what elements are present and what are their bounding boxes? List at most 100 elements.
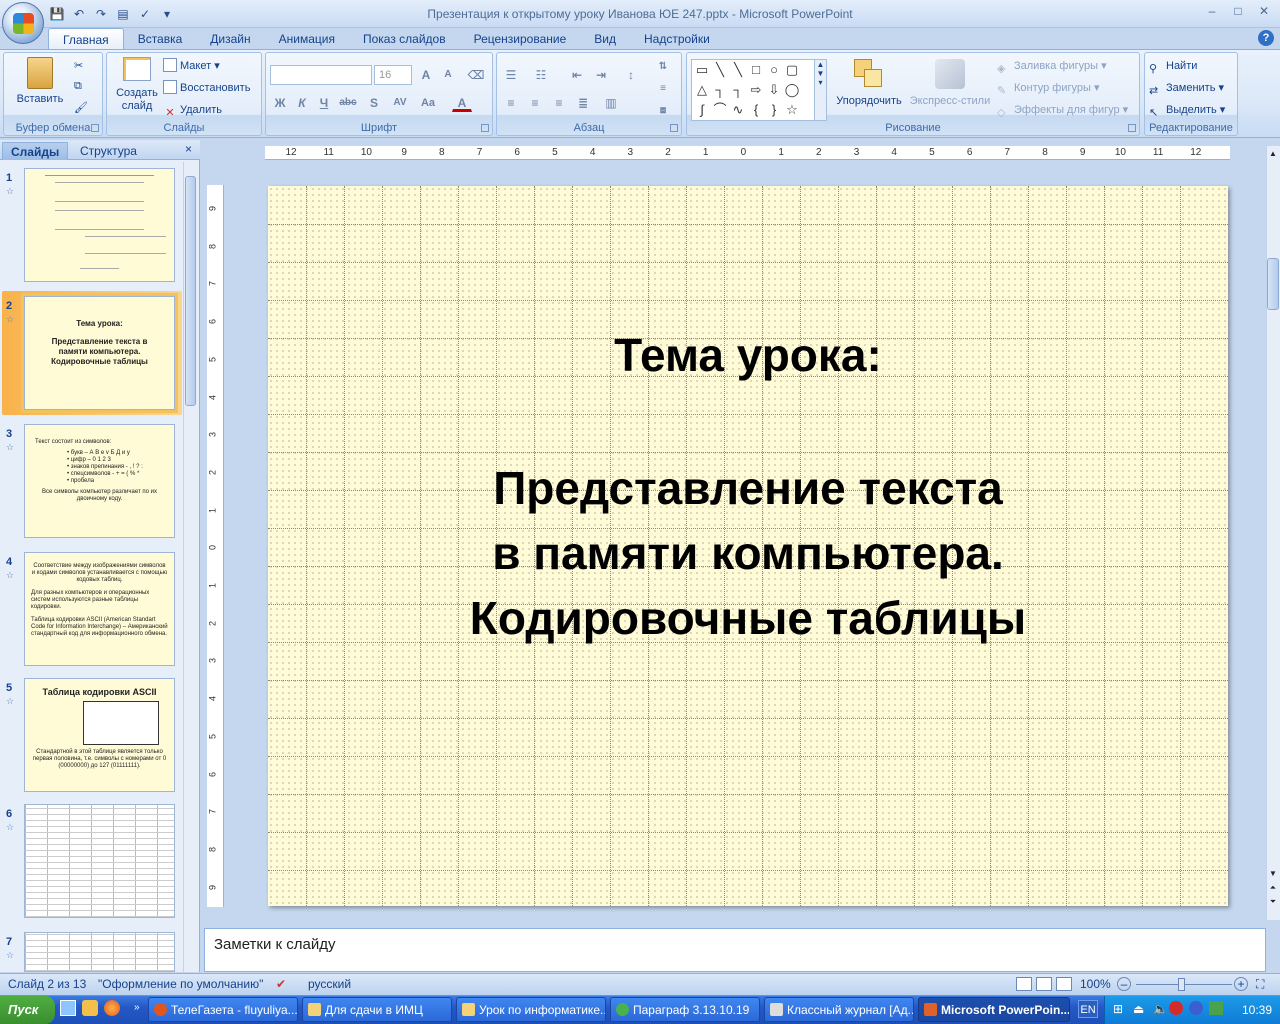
antivirus-icon[interactable] bbox=[1169, 1001, 1183, 1015]
slide-thumbnail-7[interactable] bbox=[24, 932, 175, 972]
font-color-icon[interactable]: A bbox=[452, 93, 472, 112]
select-button[interactable]: ↖ Выделить ▾ bbox=[1149, 101, 1225, 119]
grow-font-icon[interactable]: A bbox=[416, 65, 436, 84]
normal-view-icon[interactable] bbox=[1016, 977, 1032, 991]
tab-slideshow[interactable]: Показ слайдов bbox=[349, 28, 460, 49]
rectangle-shape-icon[interactable]: □ bbox=[748, 62, 764, 78]
close-pane-icon[interactable]: × bbox=[185, 142, 192, 156]
down-arrow-shape-icon[interactable]: ⇩ bbox=[766, 82, 782, 98]
align-right-icon[interactable]: ≡ bbox=[549, 93, 569, 112]
slide-thumbnail-1[interactable] bbox=[24, 168, 175, 282]
previous-slide-icon[interactable]: ⏶ bbox=[1267, 882, 1279, 894]
maximize-button[interactable]: □ bbox=[1226, 2, 1250, 20]
italic-icon[interactable]: К bbox=[292, 93, 312, 112]
font-name-field[interactable] bbox=[270, 65, 372, 85]
help-icon[interactable]: ? bbox=[1258, 30, 1274, 46]
right-arrow-shape-icon[interactable]: ⇨ bbox=[748, 82, 764, 98]
tray-app2-icon[interactable] bbox=[1209, 1001, 1223, 1015]
horizontal-ruler[interactable]: 12 11 10 9 8 7 6 5 4 3 2 1 0 1 2 3 4 5 6 7 8 9 10 11 12 bbox=[265, 146, 1230, 160]
spelling-icon[interactable]: ✓ bbox=[136, 5, 154, 23]
paragraph-launcher-icon[interactable] bbox=[670, 124, 678, 132]
tab-addins[interactable]: Надстройки bbox=[630, 28, 724, 49]
taskbar-item[interactable]: Параграф 3.13.10.19 bbox=[610, 997, 760, 1022]
rounded-rect-shape-icon[interactable]: ▢ bbox=[784, 62, 800, 78]
app-icon[interactable] bbox=[82, 1000, 98, 1016]
taskbar-item[interactable]: Урок по информатике... bbox=[456, 997, 606, 1022]
language-switcher[interactable]: EN bbox=[1078, 1000, 1098, 1018]
slide-thumbnail-2[interactable]: Тема урока: Представление текста в памят… bbox=[24, 296, 175, 410]
line-shape-icon[interactable]: ╲ bbox=[712, 62, 728, 78]
language-indicator[interactable]: русский bbox=[308, 977, 351, 991]
drawing-launcher-icon[interactable] bbox=[1128, 124, 1136, 132]
office-button[interactable] bbox=[2, 2, 44, 44]
paste-button[interactable]: Вставить bbox=[10, 57, 70, 106]
slide-canvas[interactable]: Тема урока: Представление текста в памят… bbox=[268, 186, 1228, 906]
vertical-ruler[interactable]: 9 8 7 6 5 4 3 2 1 0 1 2 3 4 5 6 7 8 9 bbox=[207, 185, 224, 907]
underline-icon[interactable]: Ч bbox=[314, 93, 334, 112]
print-preview-icon[interactable]: ▤ bbox=[114, 5, 132, 23]
callout-shape-icon[interactable]: ◯ bbox=[784, 82, 800, 98]
theme-name[interactable]: "Оформление по умолчанию" bbox=[98, 977, 263, 991]
align-left-icon[interactable]: ≡ bbox=[501, 93, 521, 112]
reset-button[interactable]: Восстановить bbox=[163, 79, 250, 97]
char-spacing-icon[interactable]: AV bbox=[390, 93, 410, 112]
slide-thumbnail-3[interactable]: Текст состоит из символов: • букв – А В … bbox=[24, 424, 175, 538]
arrange-button[interactable]: Упорядочить bbox=[831, 59, 907, 108]
shapes-more-icon[interactable]: ▲ ▼ ▾ bbox=[814, 60, 826, 120]
shadow-icon[interactable]: S bbox=[364, 93, 384, 112]
zoom-slider-thumb[interactable] bbox=[1178, 978, 1185, 991]
align-text-icon[interactable]: ≡ bbox=[653, 79, 673, 98]
desktop-icon[interactable] bbox=[60, 1000, 76, 1016]
align-center-icon[interactable]: ≡ bbox=[525, 93, 545, 112]
strikethrough-icon[interactable]: abc bbox=[338, 93, 358, 112]
fit-to-window-icon[interactable]: ⛶ bbox=[1256, 977, 1264, 992]
notes-pane[interactable]: Заметки к слайду bbox=[204, 928, 1266, 972]
undo-icon[interactable]: ↶ bbox=[70, 5, 88, 23]
zoom-in-icon[interactable]: + bbox=[1234, 977, 1248, 991]
minimize-button[interactable]: – bbox=[1200, 2, 1224, 20]
star-shape-icon[interactable]: ☆ bbox=[784, 102, 800, 118]
cut-icon[interactable]: ✂ bbox=[74, 57, 83, 75]
quick-styles-button[interactable]: Экспресс-стили bbox=[907, 59, 993, 108]
save-icon[interactable]: 💾 bbox=[48, 5, 66, 23]
taskbar-item[interactable]: ТелеГазета - fluyuliya... bbox=[148, 997, 298, 1022]
bold-icon[interactable]: Ж bbox=[270, 93, 290, 112]
safely-remove-icon[interactable]: ⏏ bbox=[1133, 1002, 1144, 1016]
firefox-icon[interactable] bbox=[104, 1000, 120, 1016]
taskbar-item[interactable]: Классный журнал [Ад... bbox=[764, 997, 914, 1022]
shape-outline-button[interactable]: ✎ Контур фигуры ▾ bbox=[997, 79, 1100, 97]
curve-shape-icon[interactable]: ∿ bbox=[730, 102, 746, 118]
taskbar-item-powerpoint[interactable]: Microsoft PowerPoin... bbox=[918, 997, 1070, 1022]
layout-button[interactable]: Макет ▾ bbox=[163, 57, 220, 75]
shrink-font-icon[interactable]: A bbox=[438, 65, 458, 84]
slides-pane-scroll-thumb[interactable] bbox=[185, 176, 196, 406]
justify-icon[interactable]: ≣ bbox=[573, 93, 593, 112]
connector-shape-icon[interactable]: ┐ bbox=[712, 82, 728, 98]
close-button[interactable]: ✕ bbox=[1252, 2, 1276, 20]
next-slide-icon[interactable]: ⏷ bbox=[1267, 896, 1279, 908]
tab-insert[interactable]: Вставка bbox=[124, 28, 197, 49]
shape-effects-button[interactable]: ◇ Эффекты для фигур ▾ bbox=[997, 101, 1128, 119]
replace-button[interactable]: ⇄ Заменить ▾ bbox=[1149, 79, 1224, 97]
scroll-down-icon[interactable]: ▼ bbox=[1267, 868, 1279, 880]
bullets-icon[interactable]: ☰ bbox=[501, 65, 521, 84]
zoom-level[interactable]: 100% bbox=[1080, 977, 1111, 991]
slide-sorter-icon[interactable] bbox=[1036, 977, 1052, 991]
decrease-indent-icon[interactable]: ⇤ bbox=[567, 65, 587, 84]
more-quick-launch-icon[interactable]: » bbox=[134, 1002, 140, 1013]
network-icon[interactable]: ⊞ bbox=[1113, 1002, 1123, 1016]
line2-shape-icon[interactable]: ╲ bbox=[730, 62, 746, 78]
slide-thumbnail-5[interactable]: Таблица кодировки ASCII Стандартной в эт… bbox=[24, 678, 175, 792]
increase-indent-icon[interactable]: ⇥ bbox=[591, 65, 611, 84]
arc-shape-icon[interactable]: ⌒ bbox=[712, 102, 728, 118]
line-spacing-icon[interactable]: ↕ bbox=[621, 65, 641, 84]
find-button[interactable]: ⚲ Найти bbox=[1149, 57, 1197, 75]
slide-thumbnail-6[interactable] bbox=[24, 804, 175, 918]
tab-design[interactable]: Дизайн bbox=[196, 28, 264, 49]
scroll-up-icon[interactable]: ▲ bbox=[1267, 148, 1279, 160]
start-button[interactable]: Пуск bbox=[0, 996, 55, 1024]
change-case-icon[interactable]: Aa bbox=[418, 93, 438, 112]
zoom-out-icon[interactable]: – bbox=[1117, 977, 1131, 991]
tray-app-icon[interactable] bbox=[1189, 1001, 1203, 1015]
tab-slides[interactable]: Слайды bbox=[2, 142, 69, 160]
